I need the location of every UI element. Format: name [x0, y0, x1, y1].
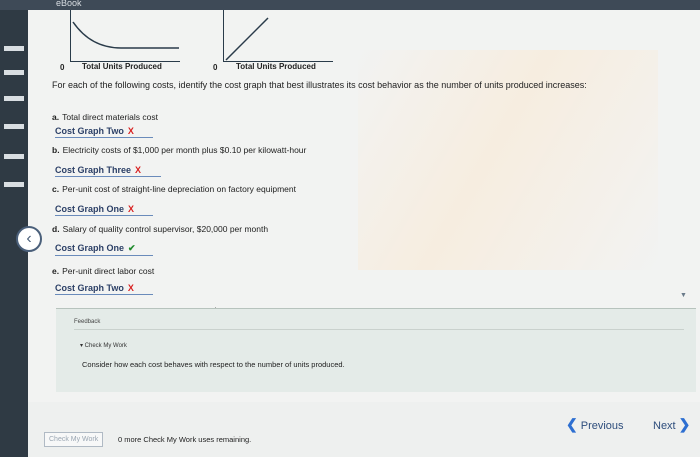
- item-c: c. Per-unit cost of straight-line depreci…: [52, 184, 296, 194]
- answer-a-dropdown[interactable]: Cost Graph Two X: [55, 126, 153, 138]
- item-a: a. Total direct materials cost: [52, 112, 158, 122]
- ebook-tab[interactable]: eBook: [56, 0, 82, 8]
- cost-graph-left: [70, 10, 180, 62]
- incorrect-icon: X: [135, 165, 142, 175]
- answer-e-dropdown[interactable]: Cost Graph Two X: [55, 283, 153, 295]
- graph-left-origin: 0: [60, 63, 65, 72]
- previous-button[interactable]: ❮ Previous: [566, 416, 624, 433]
- feedback-text: Consider how each cost behaves with resp…: [82, 360, 345, 369]
- answer-d-dropdown[interactable]: Cost Graph One ✔: [55, 243, 153, 256]
- item-e: e. Per-unit direct labor cost: [52, 266, 155, 276]
- question-prompt: For each of the following costs, identif…: [52, 80, 587, 90]
- next-button[interactable]: Next ❯: [653, 416, 690, 433]
- sidebar-stripe: [4, 70, 24, 75]
- correct-check-icon: ✔: [128, 243, 136, 253]
- graph-right-origin: 0: [213, 63, 218, 72]
- sidebar-stripe: [4, 154, 24, 159]
- feedback-title: Feedback: [74, 319, 101, 325]
- graph-left-xlabel: Total Units Produced: [82, 62, 162, 71]
- chevron-left-icon: ❮: [566, 416, 578, 432]
- uses-remaining-text: 0 more Check My Work uses remaining.: [118, 435, 252, 444]
- footer-bar: Check My Work 0 more Check My Work uses …: [28, 402, 700, 457]
- check-my-work-button[interactable]: Check My Work: [44, 432, 104, 447]
- cost-graph-left-curve: [72, 21, 179, 49]
- sidebar-stripe: [4, 182, 24, 187]
- answer-b-dropdown[interactable]: Cost Graph Three X: [55, 165, 161, 177]
- graph-right-xlabel: Total Units Produced: [236, 62, 316, 71]
- incorrect-icon: X: [128, 204, 135, 214]
- sidebar-stripe: [4, 96, 24, 101]
- chevron-right-icon: ❯: [678, 416, 691, 432]
- feedback-panel: Feedback ▾ Check My Work Consider how ea…: [56, 308, 696, 392]
- sidebar-stripe: [4, 124, 24, 129]
- feedback-divider: [74, 329, 684, 330]
- item-d: d. Salary of quality control supervisor, …: [52, 224, 269, 234]
- check-my-work-toggle[interactable]: ▾ Check My Work: [80, 342, 127, 349]
- sidebar-stripe: [4, 46, 24, 51]
- cost-graph-right-line: [225, 17, 269, 61]
- previous-question-button[interactable]: ‹: [16, 226, 42, 252]
- incorrect-icon: X: [127, 283, 134, 293]
- item-b: b. Electricity costs of $1,000 per month …: [52, 145, 307, 155]
- scroll-down-icon[interactable]: ▼: [680, 292, 687, 299]
- cost-graph-right: [223, 10, 333, 62]
- answer-c-dropdown[interactable]: Cost Graph One X: [55, 204, 153, 216]
- incorrect-icon: X: [127, 126, 134, 136]
- top-bar: eBook: [0, 0, 700, 10]
- main-content: 0 Total Units Produced 0 Total Units Pro…: [16, 10, 700, 457]
